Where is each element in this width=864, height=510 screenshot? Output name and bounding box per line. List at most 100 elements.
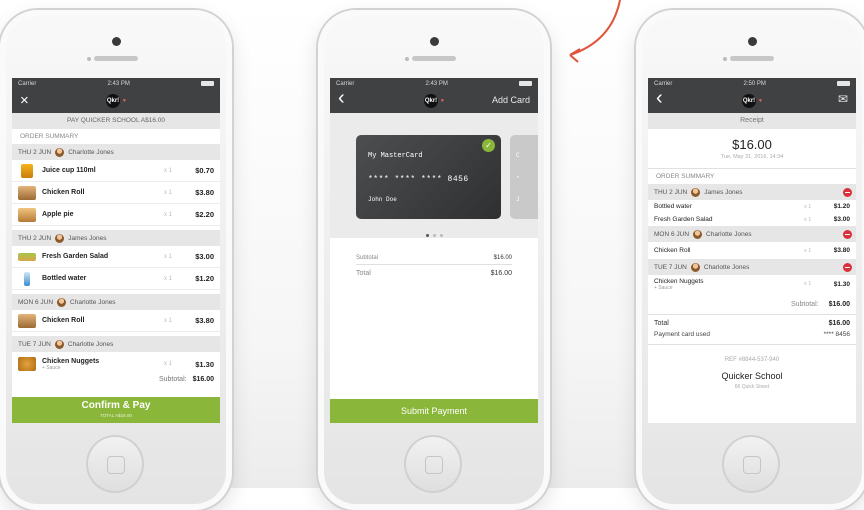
item-name: Fresh Garden Salad: [42, 253, 109, 260]
remove-icon[interactable]: [843, 229, 852, 239]
day-date: TUE 7 JUN: [18, 340, 51, 348]
remove-icon[interactable]: [843, 262, 852, 272]
home-square-icon: [425, 456, 443, 474]
subtotal-label: Subtotal:: [790, 301, 819, 308]
logo-mark: Qkr!: [742, 94, 757, 108]
list-item: Chicken Nuggets + Sauce x 1 $1.30: [648, 275, 856, 293]
total-value: $16.00: [828, 320, 850, 327]
list-item[interactable]: Fresh Garden Salad x 1 $3.00: [12, 246, 220, 268]
page-dot: [425, 234, 429, 237]
subtotal-row: Subtotal $16.00: [356, 250, 512, 265]
checkmark-icon: ✓: [482, 139, 495, 152]
item-name-text: Chicken Nuggets: [654, 277, 704, 285]
item-name: Chicken Roll: [654, 247, 691, 254]
list-item[interactable]: Juice cup 110ml x 1 $0.70: [12, 160, 220, 182]
item-name: Chicken Nuggets + Sauce: [654, 278, 804, 291]
home-square-icon: [743, 456, 761, 474]
day-header: MON 6 JUN Charlotte Jones: [12, 294, 220, 310]
front-camera: [430, 37, 439, 46]
person-name: Charlotte Jones: [706, 230, 752, 238]
person-name: Charlotte Jones: [70, 298, 116, 306]
item-name: Bottled water: [654, 203, 692, 210]
next-card-preview[interactable]: C * J: [510, 135, 538, 219]
status-time: 2:43 PM: [425, 80, 448, 87]
remove-icon[interactable]: [843, 187, 852, 197]
payment-card-row: Payment card used **** 8456: [648, 328, 856, 345]
day-date: THU 2 JUN: [18, 234, 52, 242]
ghost-line-3: J: [516, 196, 520, 203]
back-icon[interactable]: ‹: [656, 88, 663, 108]
close-icon[interactable]: ×: [20, 92, 29, 110]
item-price: $1.30: [833, 280, 850, 288]
subtotal-value: $16.00: [493, 255, 512, 261]
card-name: My MasterCard: [368, 152, 423, 160]
status-time: 2:43 PM: [107, 80, 130, 87]
day-header: TUE 7 JUN Charlotte Jones: [12, 336, 220, 352]
app-logo: Qkr! ♥: [424, 94, 444, 108]
item-price: $1.20: [195, 274, 214, 283]
person-name: Charlotte Jones: [68, 148, 114, 156]
card-carousel[interactable]: My MasterCard **** **** **** 8456 John D…: [330, 113, 538, 238]
subtotal-value: $16.00: [192, 376, 214, 383]
list-item[interactable]: Apple pie x 1 $2.20: [12, 204, 220, 226]
school-address: 66 Quick Street: [734, 384, 770, 390]
list-item[interactable]: Chicken Roll x 1 $3.80: [12, 310, 220, 332]
speaker-grille: [730, 56, 774, 61]
home-button[interactable]: [86, 435, 144, 493]
list-item: Bottled water x 1 $1.20: [648, 200, 856, 213]
item-name: Chicken Roll: [42, 189, 85, 196]
item-name: Bottled water: [42, 275, 87, 282]
add-card-button[interactable]: Add Card: [492, 95, 530, 105]
payment-label: Payment card used: [654, 331, 711, 338]
item-name: Fresh Garden Salad: [654, 216, 713, 223]
battery-icon: [200, 81, 214, 86]
credit-card[interactable]: My MasterCard **** **** **** 8456 John D…: [356, 135, 501, 219]
page-dot: [439, 234, 443, 237]
home-button[interactable]: [404, 435, 462, 493]
phone-payment: Carrier 2:43 PM ‹ Qkr! ♥ Add Card My Mas…: [318, 10, 550, 510]
home-button[interactable]: [722, 435, 780, 493]
item-price: $3.00: [195, 252, 214, 261]
curved-arrow-icon: [569, 0, 621, 63]
day-date: MON 6 JUN: [18, 298, 54, 306]
avatar: [690, 262, 700, 272]
total-row: Total $16.00: [356, 265, 512, 280]
home-square-icon: [107, 456, 125, 474]
front-camera: [112, 37, 121, 46]
list-item[interactable]: Chicken Nuggets + Sauce x 1 $1.30: [12, 352, 220, 376]
subtotal-value: $16.00: [828, 301, 850, 308]
back-icon[interactable]: ‹: [338, 88, 345, 108]
list-item: Chicken Roll x 1 $3.80: [648, 242, 856, 259]
phone-receipt: Carrier 2:50 PM ‹ Qkr! ♥ ✉ Receipt $16.0…: [636, 10, 864, 510]
logo-heart-icon: ♥: [441, 98, 444, 104]
card-holder: John Doe: [368, 196, 397, 203]
mail-icon[interactable]: ✉: [838, 92, 848, 106]
day-header: MON 6 JUN Charlotte Jones: [648, 226, 856, 242]
item-qty: x 1: [164, 211, 173, 218]
logo-mark: Qkr!: [424, 94, 439, 108]
reference-number: REF #8844-537-940: [724, 357, 780, 363]
avatar: [55, 233, 65, 243]
speaker-grille: [94, 56, 138, 61]
confirm-pay-button[interactable]: Confirm & Pay TOTAL A$16.00: [12, 397, 220, 423]
battery-icon: [518, 81, 532, 86]
list-item[interactable]: Bottled water x 1 $1.20: [12, 268, 220, 290]
list-item[interactable]: Chicken Roll x 1 $3.80: [12, 182, 220, 204]
item-name: Chicken Roll: [42, 317, 85, 324]
ghost-line-1: C: [516, 152, 520, 159]
item-qty: x 1: [164, 361, 173, 367]
day-header: THU 2 JUN James Jones: [648, 184, 856, 200]
avatar: [54, 339, 64, 349]
chicken-roll-thumbnail: [18, 313, 36, 328]
item-price: $1.20: [833, 203, 850, 210]
item-price: $3.00: [833, 216, 850, 223]
proximity-sensor: [87, 57, 91, 61]
item-price: $2.20: [195, 210, 214, 219]
submit-payment-button[interactable]: Submit Payment: [330, 399, 538, 423]
receipt-date: Tue, May 31, 2016, 14:34: [720, 154, 784, 160]
phone-order-summary: Carrier 2:43 PM × Qkr! ♥ PAY QUICKER SCH…: [0, 10, 232, 510]
total-label: Total: [654, 320, 669, 327]
proximity-sensor: [405, 57, 409, 61]
item-modifier: + Sauce: [42, 364, 61, 371]
logo-heart-icon: ♥: [759, 98, 762, 104]
